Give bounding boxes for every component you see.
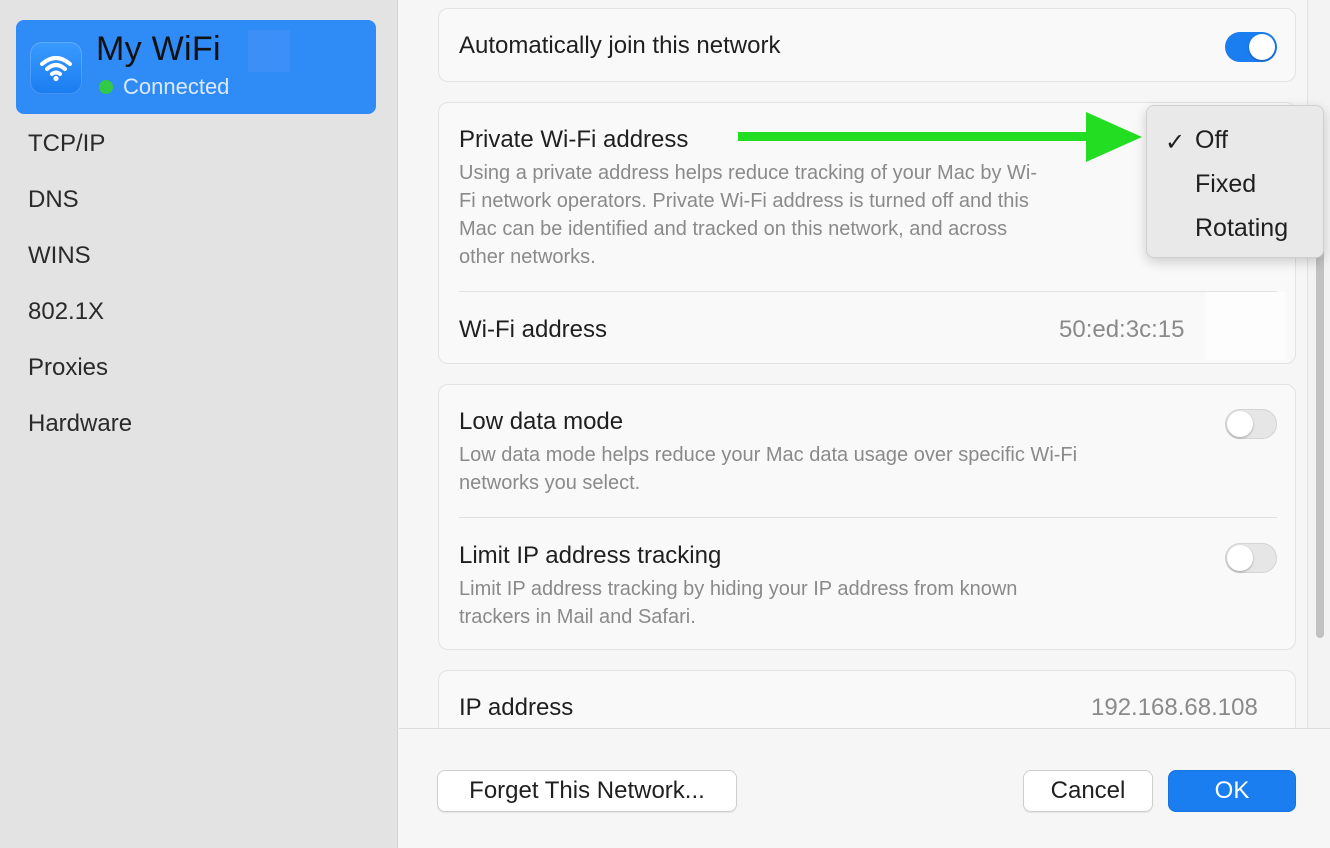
private-address-desc-line: Fi network operators. Private Wi-Fi addr…: [459, 190, 1029, 212]
auto-join-label: Automatically join this network: [459, 32, 781, 59]
private-address-desc-line: Mac can be identified and tracked on thi…: [459, 218, 1008, 240]
private-address-desc-line: other networks.: [459, 246, 596, 268]
network-status: Connected: [99, 74, 229, 100]
ip-address-value: 192.168.68.108: [1091, 694, 1258, 721]
menu-item-fixed[interactable]: Fixed: [1147, 164, 1325, 204]
forget-network-button[interactable]: Forget This Network...: [437, 770, 737, 812]
sidebar-item-tcpip[interactable]: TCP/IP: [28, 130, 105, 158]
wifi-icon: [30, 42, 82, 94]
sidebar-item-proxies[interactable]: Proxies: [28, 354, 108, 382]
status-dot-icon: [99, 80, 113, 94]
menu-item-label: Fixed: [1195, 170, 1257, 198]
menu-item-label: Rotating: [1195, 214, 1289, 242]
checkmark-icon: ✓: [1165, 129, 1186, 156]
redaction-box: [248, 30, 290, 72]
cancel-button[interactable]: Cancel: [1023, 770, 1153, 812]
wifi-address-label: Wi-Fi address: [459, 316, 608, 343]
auto-join-toggle[interactable]: [1225, 32, 1277, 62]
wifi-address-value: 50:ed:3c:15: [1059, 316, 1185, 343]
menu-item-label: Off: [1195, 126, 1228, 154]
footer-bar: Forget This Network... Cancel OK: [399, 728, 1330, 848]
toggle-knob: [1249, 34, 1275, 60]
limit-ip-desc-line: trackers in Mail and Safari.: [459, 606, 696, 628]
redaction-box: [1205, 292, 1285, 360]
low-data-desc-line: networks you select.: [459, 472, 641, 494]
divider: [459, 517, 1277, 518]
private-address-menu[interactable]: ✓ Off Fixed Rotating: [1146, 105, 1324, 258]
network-card-selected[interactable]: My WiFi Connected: [16, 20, 376, 114]
divider: [459, 291, 1277, 292]
limit-ip-title: Limit IP address tracking: [459, 542, 722, 569]
annotation-arrow-icon: [738, 112, 1142, 162]
menu-item-off[interactable]: ✓ Off: [1147, 120, 1325, 160]
menu-item-rotating[interactable]: Rotating: [1147, 208, 1325, 248]
sidebar-item-8021x[interactable]: 802.1X: [28, 298, 104, 326]
data-options-group: Low data mode Low data mode helps reduce…: [438, 384, 1296, 650]
network-status-label: Connected: [123, 74, 230, 99]
private-address-title: Private Wi-Fi address: [459, 126, 689, 153]
toggle-knob: [1227, 411, 1253, 437]
auto-join-group: Automatically join this network: [438, 8, 1296, 82]
toggle-knob: [1227, 545, 1253, 571]
low-data-desc-line: Low data mode helps reduce your Mac data…: [459, 444, 1078, 466]
low-data-toggle[interactable]: [1225, 409, 1277, 439]
ok-button[interactable]: OK: [1168, 770, 1296, 812]
limit-ip-toggle[interactable]: [1225, 543, 1277, 573]
sidebar-item-wins[interactable]: WINS: [28, 242, 91, 270]
sidebar-item-hardware[interactable]: Hardware: [28, 410, 132, 438]
limit-ip-desc-line: Limit IP address tracking by hiding your…: [459, 578, 1018, 600]
low-data-title: Low data mode: [459, 408, 624, 435]
network-name: My WiFi: [96, 30, 221, 68]
sidebar-item-dns[interactable]: DNS: [28, 186, 79, 214]
ip-address-label: IP address: [459, 694, 574, 721]
sidebar: My WiFi Connected TCP/IP DNS WINS 802.1X…: [0, 0, 398, 848]
